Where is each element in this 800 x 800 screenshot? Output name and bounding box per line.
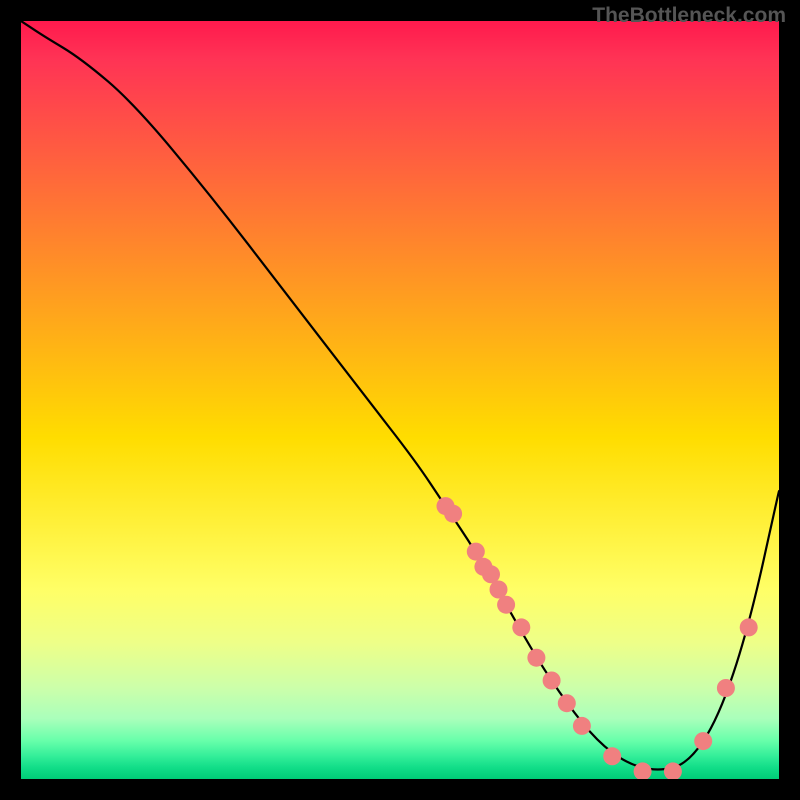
watermark-text: TheBottleneck.com — [592, 4, 786, 28]
chart-plot-area — [21, 21, 779, 779]
